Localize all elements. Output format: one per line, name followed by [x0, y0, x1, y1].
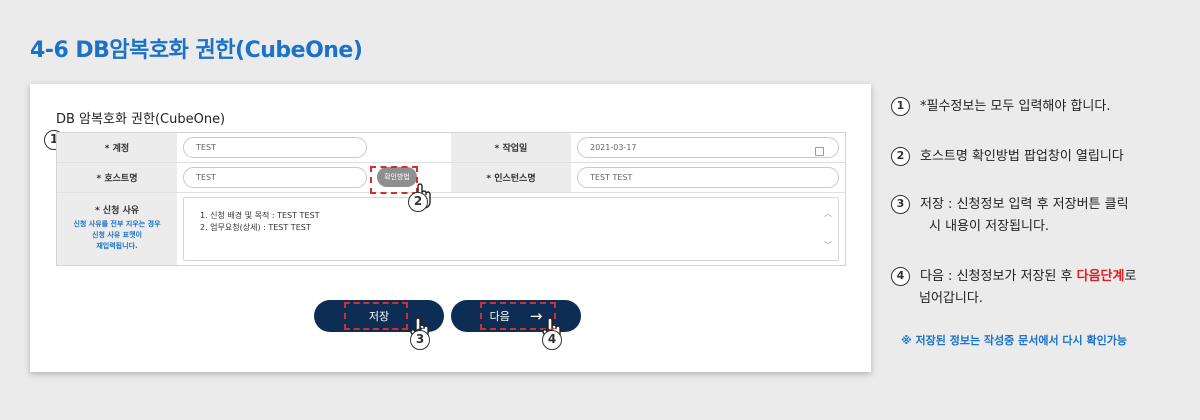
step-4: 4 다음 : 신청정보가 저장된 후 다음단계로 넘어갑니다.: [891, 266, 1136, 310]
instance-cell: TEST TEST: [571, 163, 845, 192]
card-title: DB 암복호화 권한(CubeOne): [56, 112, 226, 127]
reason-label-text: * 신청 사유: [94, 206, 140, 216]
reason-hint-3: 재입력됩니다.: [96, 242, 138, 250]
workday-label: * 작업일: [451, 133, 571, 162]
reason-label: * 신청 사유 신청 사유를 전부 지우는 경우 신청 사유 표맷이 재입력됩니…: [57, 193, 177, 265]
step-3: 3 저장 : 신청정보 입력 후 저장버튼 클릭 시 내용이 저장됩니다.: [891, 194, 1129, 238]
step-1: 1 *필수정보는 모두 입력해야 합니다.: [891, 96, 1110, 118]
step-1-text: *필수정보는 모두 입력해야 합니다.: [920, 99, 1111, 114]
form-row-account: * 계정 TEST * 작업일 2021-03-17: [57, 133, 845, 163]
scroll-down-icon[interactable]: ﹀: [824, 240, 832, 252]
marker-2: 2: [408, 192, 428, 212]
step-4-line-1: 다음 : 신청정보가 저장된 후 다음단계로: [920, 266, 1136, 288]
form-card: DB 암복호화 권한(CubeOne) 1 * 계정 TEST * 작업일 20…: [30, 84, 871, 372]
reason-cell: 1. 신청 배경 및 목적 : TEST TEST 2. 업무요청(상세) : …: [177, 193, 845, 265]
host-label: * 호스트명: [57, 163, 177, 192]
page-title: 4-6 DB암복호화 권한(CubeOne): [30, 38, 363, 63]
reason-hint-2: 신청 사유 표맷이: [92, 231, 142, 239]
host-input[interactable]: TEST: [183, 167, 367, 188]
instance-label: * 인스턴스명: [451, 163, 571, 192]
reason-line-2: 2. 업무요청(상세) : TEST TEST: [200, 223, 311, 232]
step-4-pre: 다음 : 신청정보가 저장된 후: [920, 269, 1077, 284]
step-2: 2 호스트명 확인방법 팝업창이 열립니다: [891, 146, 1124, 168]
workday-input[interactable]: 2021-03-17: [577, 137, 839, 158]
calendar-icon[interactable]: [815, 147, 824, 156]
scroll-up-icon[interactable]: ︿: [824, 208, 832, 220]
reason-textarea[interactable]: 1. 신청 배경 및 목적 : TEST TEST 2. 업무요청(상세) : …: [183, 197, 839, 261]
application-form: * 계정 TEST * 작업일 2021-03-17 * 호스트명 TEST 확…: [56, 132, 846, 266]
account-label: * 계정: [57, 133, 177, 162]
form-row-reason: * 신청 사유 신청 사유를 전부 지우는 경우 신청 사유 표맷이 재입력됩니…: [57, 193, 845, 265]
instance-input[interactable]: TEST TEST: [577, 167, 839, 188]
account-input[interactable]: TEST: [183, 137, 367, 158]
step-4-number: 4: [891, 267, 910, 286]
marker-3: 3: [410, 330, 430, 350]
step-1-number: 1: [891, 97, 910, 116]
step-3-line-1: 저장 : 신청정보 입력 후 저장버튼 클릭: [920, 197, 1129, 212]
step-3-number: 3: [891, 195, 910, 214]
workday-cell: 2021-03-17: [571, 133, 845, 162]
account-cell: TEST: [177, 133, 451, 162]
reason-line-1: 1. 신청 배경 및 목적 : TEST TEST: [200, 211, 320, 220]
step-2-number: 2: [891, 147, 910, 166]
step-2-text: 호스트명 확인방법 팝업창이 열립니다: [920, 149, 1124, 164]
save-note: ※ 저장된 정보는 작성중 문서에서 다시 확인가능: [901, 334, 1127, 347]
marker-4: 4: [542, 330, 562, 350]
step-3-line-2: 시 내용이 저장됩니다.: [929, 219, 1050, 234]
step-4-highlight: 다음단계: [1076, 269, 1125, 284]
step-4-line-2: 넘어갑니다.: [919, 291, 983, 306]
workday-value: 2021-03-17: [590, 143, 637, 152]
highlight-save-button: [344, 302, 408, 330]
form-row-host: * 호스트명 TEST 확인방법 * 인스턴스명 TEST TEST: [57, 163, 845, 193]
reason-hint-1: 신청 사유를 전부 지우는 경우: [73, 220, 161, 228]
step-4-post: 로: [1124, 269, 1137, 284]
